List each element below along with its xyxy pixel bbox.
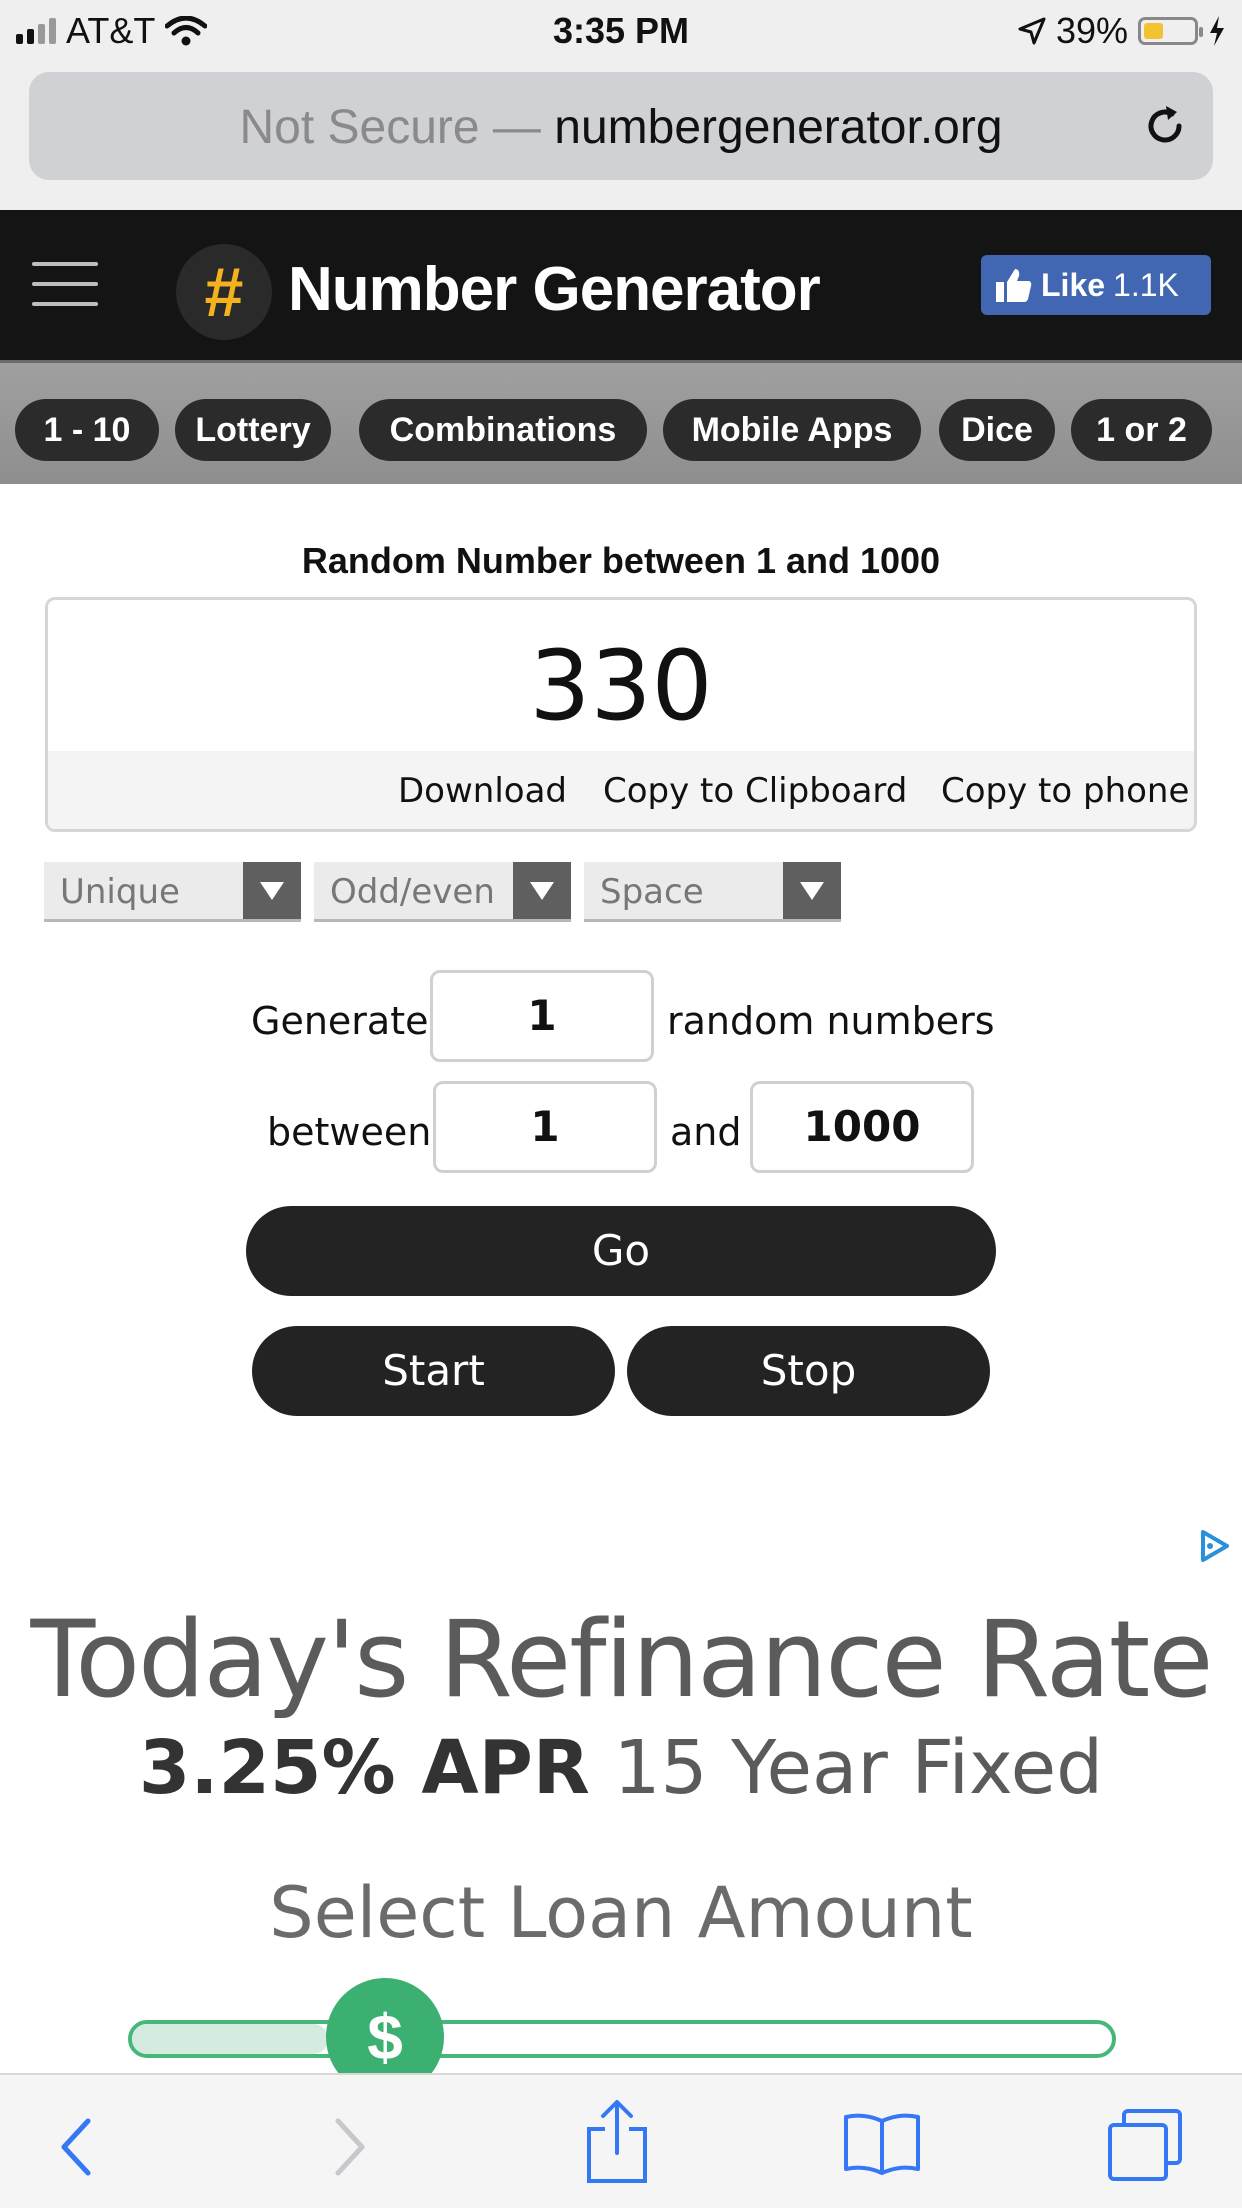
back-icon[interactable]	[56, 2117, 96, 2177]
min-input[interactable]: 1	[433, 1081, 657, 1173]
logo-icon[interactable]: #	[176, 244, 272, 340]
and-label: and	[670, 1110, 742, 1154]
ad-select-label: Select Loan Amount	[269, 1872, 973, 1954]
result-value: 330	[529, 630, 713, 742]
between-label: between	[267, 1110, 432, 1154]
category-pill[interactable]: Mobile Apps	[663, 399, 921, 461]
category-pill[interactable]: 1 - 10	[15, 399, 159, 461]
forward-icon[interactable]	[330, 2117, 370, 2177]
brand-title[interactable]: Number Generator	[288, 254, 821, 325]
ad-rate[interactable]: 3.25% APR 15 Year Fixed	[0, 1725, 1242, 1811]
odd-even-dropdown[interactable]: Odd/even	[314, 862, 571, 922]
category-nav: 1 - 10 Lottery Combinations Mobile Apps …	[0, 360, 1242, 484]
bookmarks-icon[interactable]	[842, 2111, 922, 2177]
facebook-like-button[interactable]: Like 1.1K	[981, 255, 1211, 315]
space-dropdown-label: Space	[600, 872, 704, 912]
ad-rate-bold: 3.25% APR	[138, 1725, 590, 1811]
chevron-down-icon	[243, 862, 301, 919]
chevron-down-icon	[513, 862, 571, 919]
unique-dropdown[interactable]: Unique	[44, 862, 301, 922]
ad-headline[interactable]: Today's Refinance Rate	[0, 1598, 1242, 1721]
fb-like-label: Like	[1041, 266, 1106, 303]
site-header: # Number Generator Like 1.1K	[0, 210, 1242, 360]
browser-address-area: Not Secure — numbergenerator.org	[0, 62, 1242, 210]
ad-rate-term: 15 Year Fixed	[613, 1725, 1104, 1811]
slider-fill	[132, 2024, 328, 2054]
result-title: Random Number between 1 and 1000	[301, 540, 941, 581]
share-icon[interactable]	[585, 2099, 649, 2185]
security-label: Not Secure —	[239, 101, 541, 154]
odd-even-dropdown-label: Odd/even	[330, 872, 495, 912]
status-right: 39%	[1018, 10, 1226, 52]
loan-amount-slider-track[interactable]	[128, 2020, 1116, 2058]
thumbs-up-icon	[996, 269, 1032, 302]
category-pill[interactable]: 1 or 2	[1071, 399, 1212, 461]
max-input[interactable]: 1000	[750, 1081, 974, 1173]
category-pill[interactable]: Lottery	[175, 399, 331, 461]
stop-button[interactable]: Stop	[627, 1326, 990, 1416]
battery-icon	[1138, 17, 1203, 45]
count-suffix-label: random numbers	[667, 999, 995, 1043]
domain-label: numbergenerator.org	[554, 101, 1003, 154]
go-button[interactable]: Go	[246, 1206, 996, 1296]
start-button[interactable]: Start	[252, 1326, 615, 1416]
battery-percent: 39%	[1055, 10, 1128, 51]
count-input[interactable]: 1	[430, 970, 654, 1062]
unique-dropdown-label: Unique	[60, 872, 180, 912]
hamburger-menu-icon[interactable]	[32, 262, 100, 308]
category-pill[interactable]: Combinations	[359, 399, 647, 461]
adchoices-icon[interactable]	[1195, 1528, 1231, 1564]
result-actions: Download Copy to Clipboard Copy to phone	[48, 751, 1194, 829]
copy-to-clipboard-link[interactable]: Copy to Clipboard	[603, 771, 907, 811]
tabs-icon[interactable]	[1106, 2107, 1184, 2183]
result-box: 330 Download Copy to Clipboard Copy to p…	[45, 597, 1197, 832]
url-text: Not Secure — numbergenerator.org	[29, 100, 1213, 155]
browser-toolbar	[0, 2073, 1242, 2208]
location-icon	[1018, 17, 1046, 45]
download-link[interactable]: Download	[398, 771, 567, 811]
reload-icon[interactable]	[1139, 100, 1191, 152]
chevron-down-icon	[783, 862, 841, 919]
url-bar[interactable]: Not Secure — numbergenerator.org	[29, 72, 1213, 180]
fb-like-count: 1.1K	[1113, 266, 1179, 303]
status-bar: AT&T 3:35 PM 39%	[0, 0, 1242, 62]
category-pill[interactable]: Dice	[939, 399, 1055, 461]
space-dropdown[interactable]: Space	[584, 862, 841, 922]
copy-to-phone-link[interactable]: Copy to phone	[941, 771, 1189, 811]
generate-label: Generate	[251, 999, 429, 1043]
charging-icon	[1210, 16, 1224, 46]
